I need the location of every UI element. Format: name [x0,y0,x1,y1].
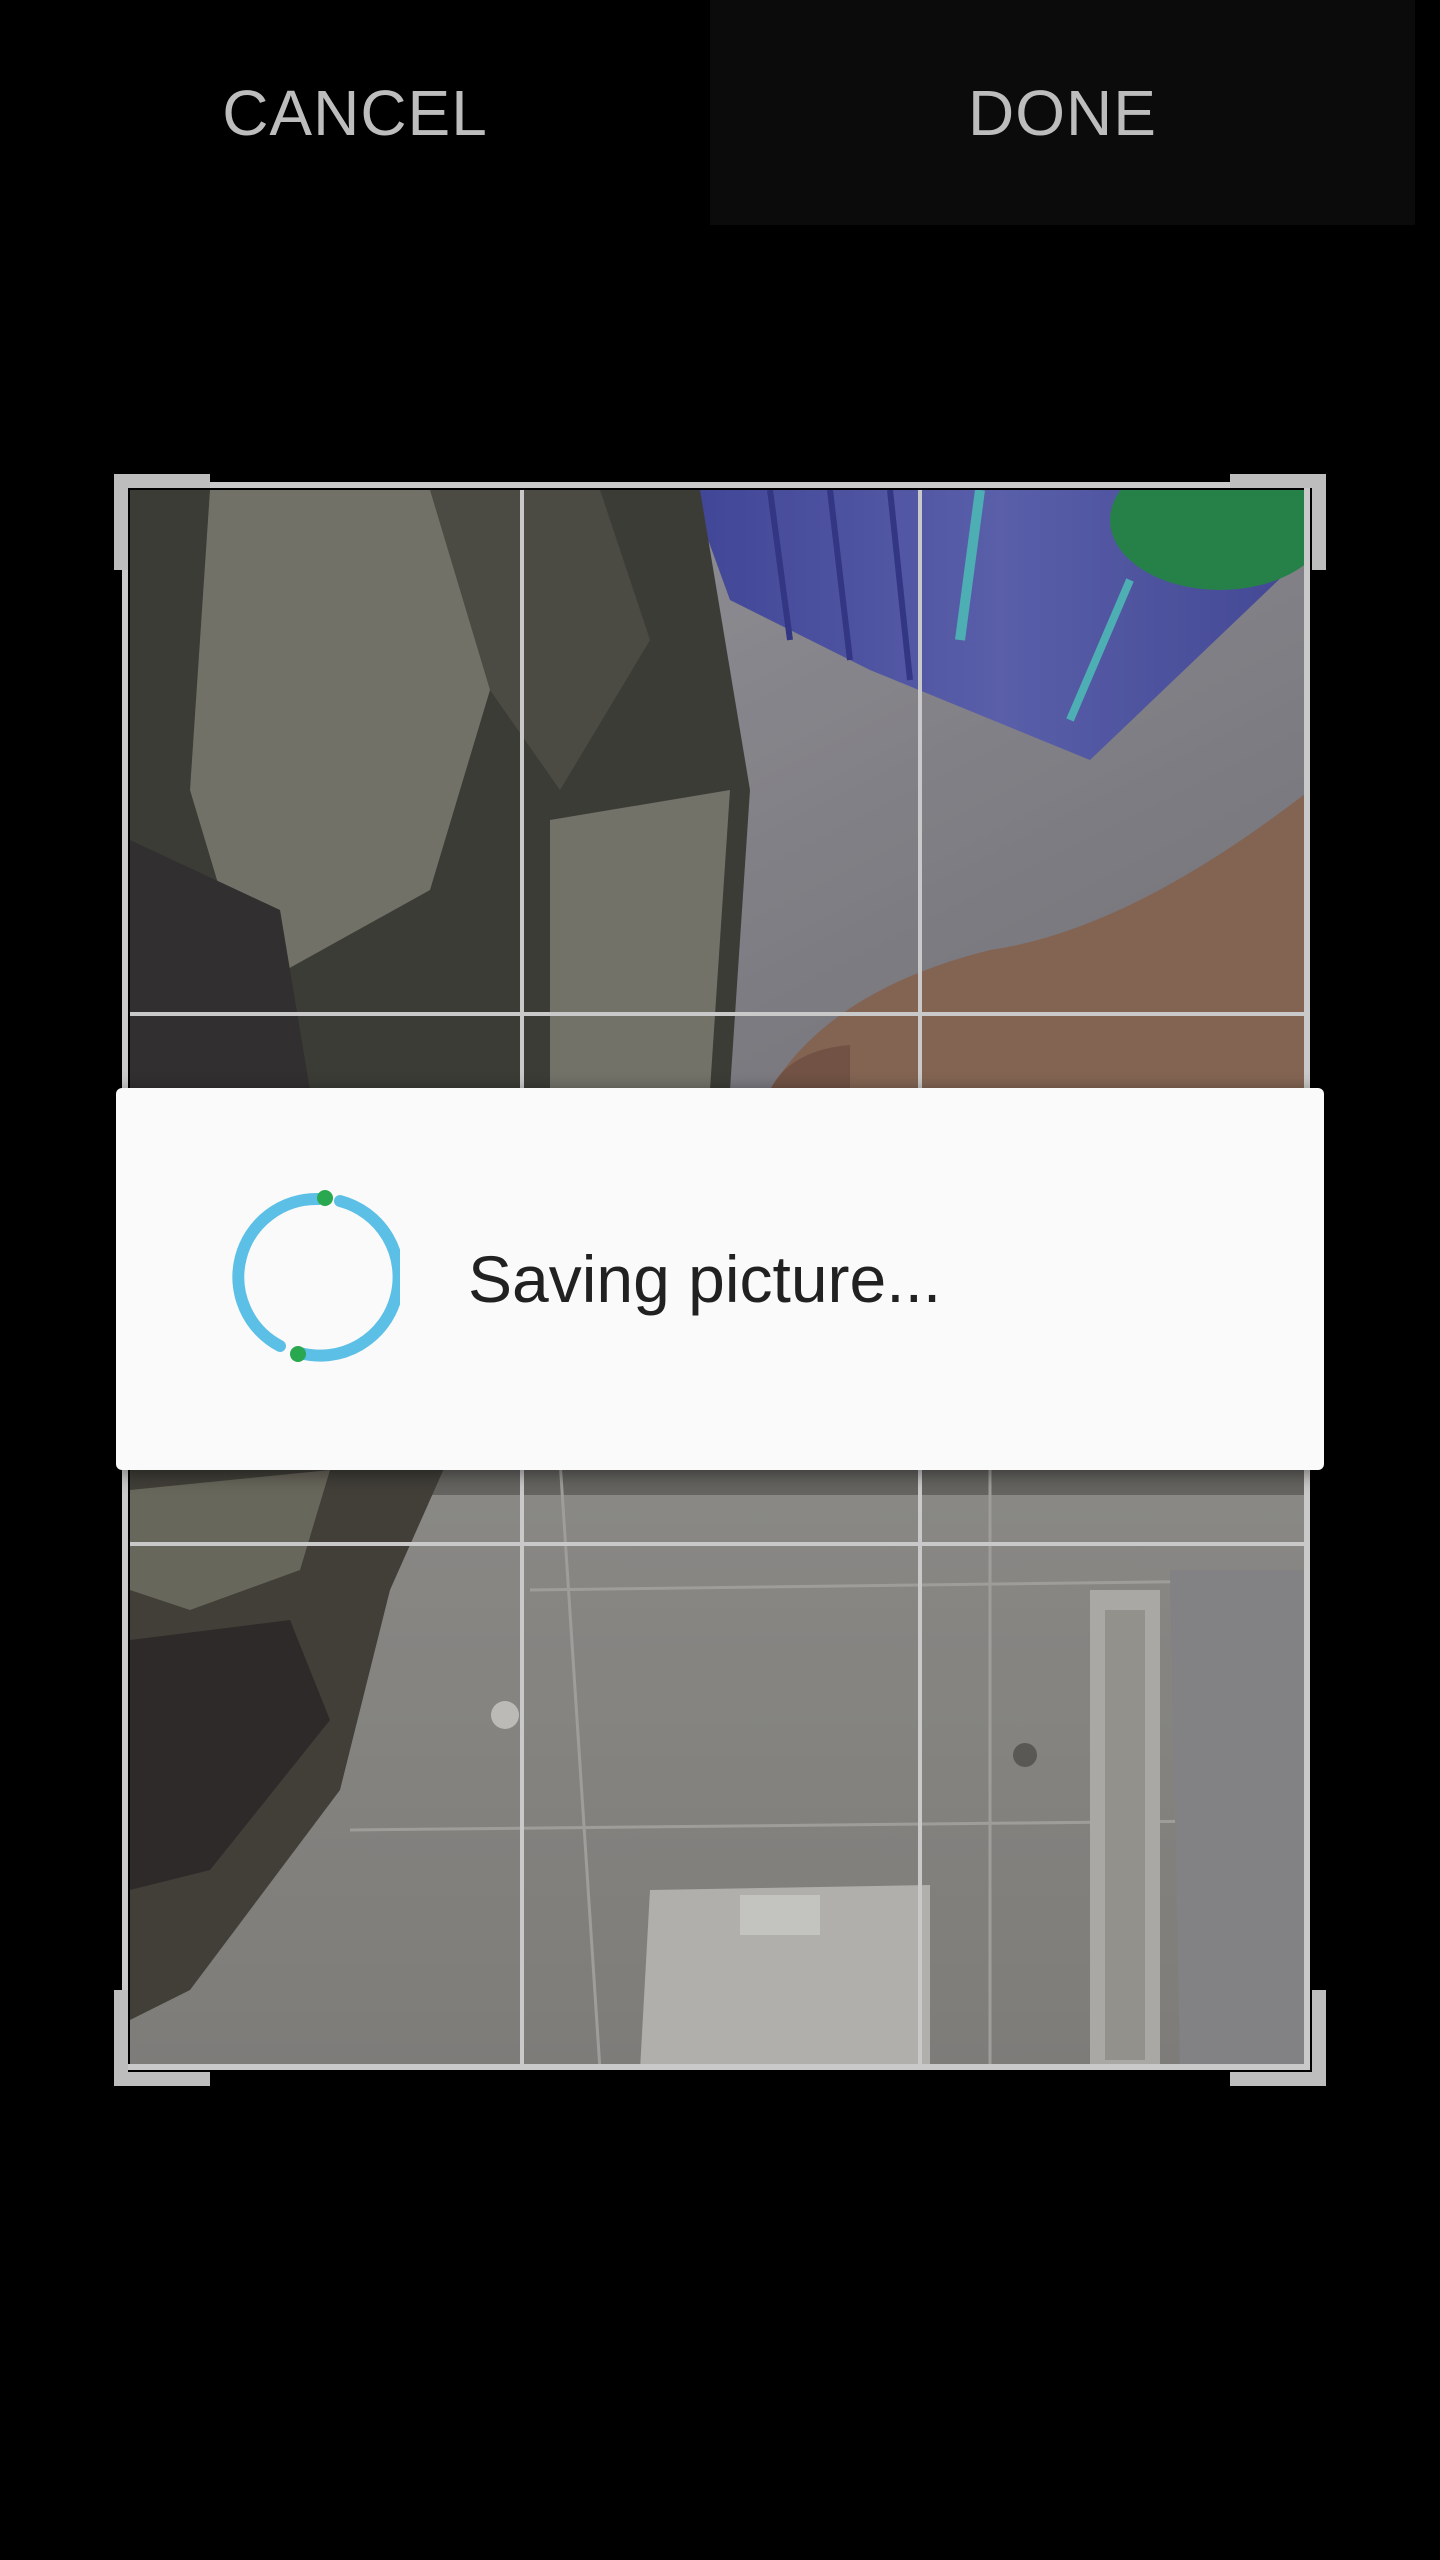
crop-handle-top-left[interactable] [114,474,210,570]
done-button[interactable]: DONE [710,0,1415,225]
dialog-message: Saving picture... [468,1242,942,1316]
loading-spinner-icon [232,1190,400,1362]
top-toolbar: CANCEL DONE [0,0,1440,225]
crop-handle-top-right[interactable] [1230,474,1326,570]
saving-dialog: Saving picture... [116,1088,1324,1470]
crop-handle-bottom-left[interactable] [114,1990,210,2086]
cancel-button[interactable]: CANCEL [0,0,710,225]
crop-handle-bottom-right[interactable] [1230,1990,1326,2086]
